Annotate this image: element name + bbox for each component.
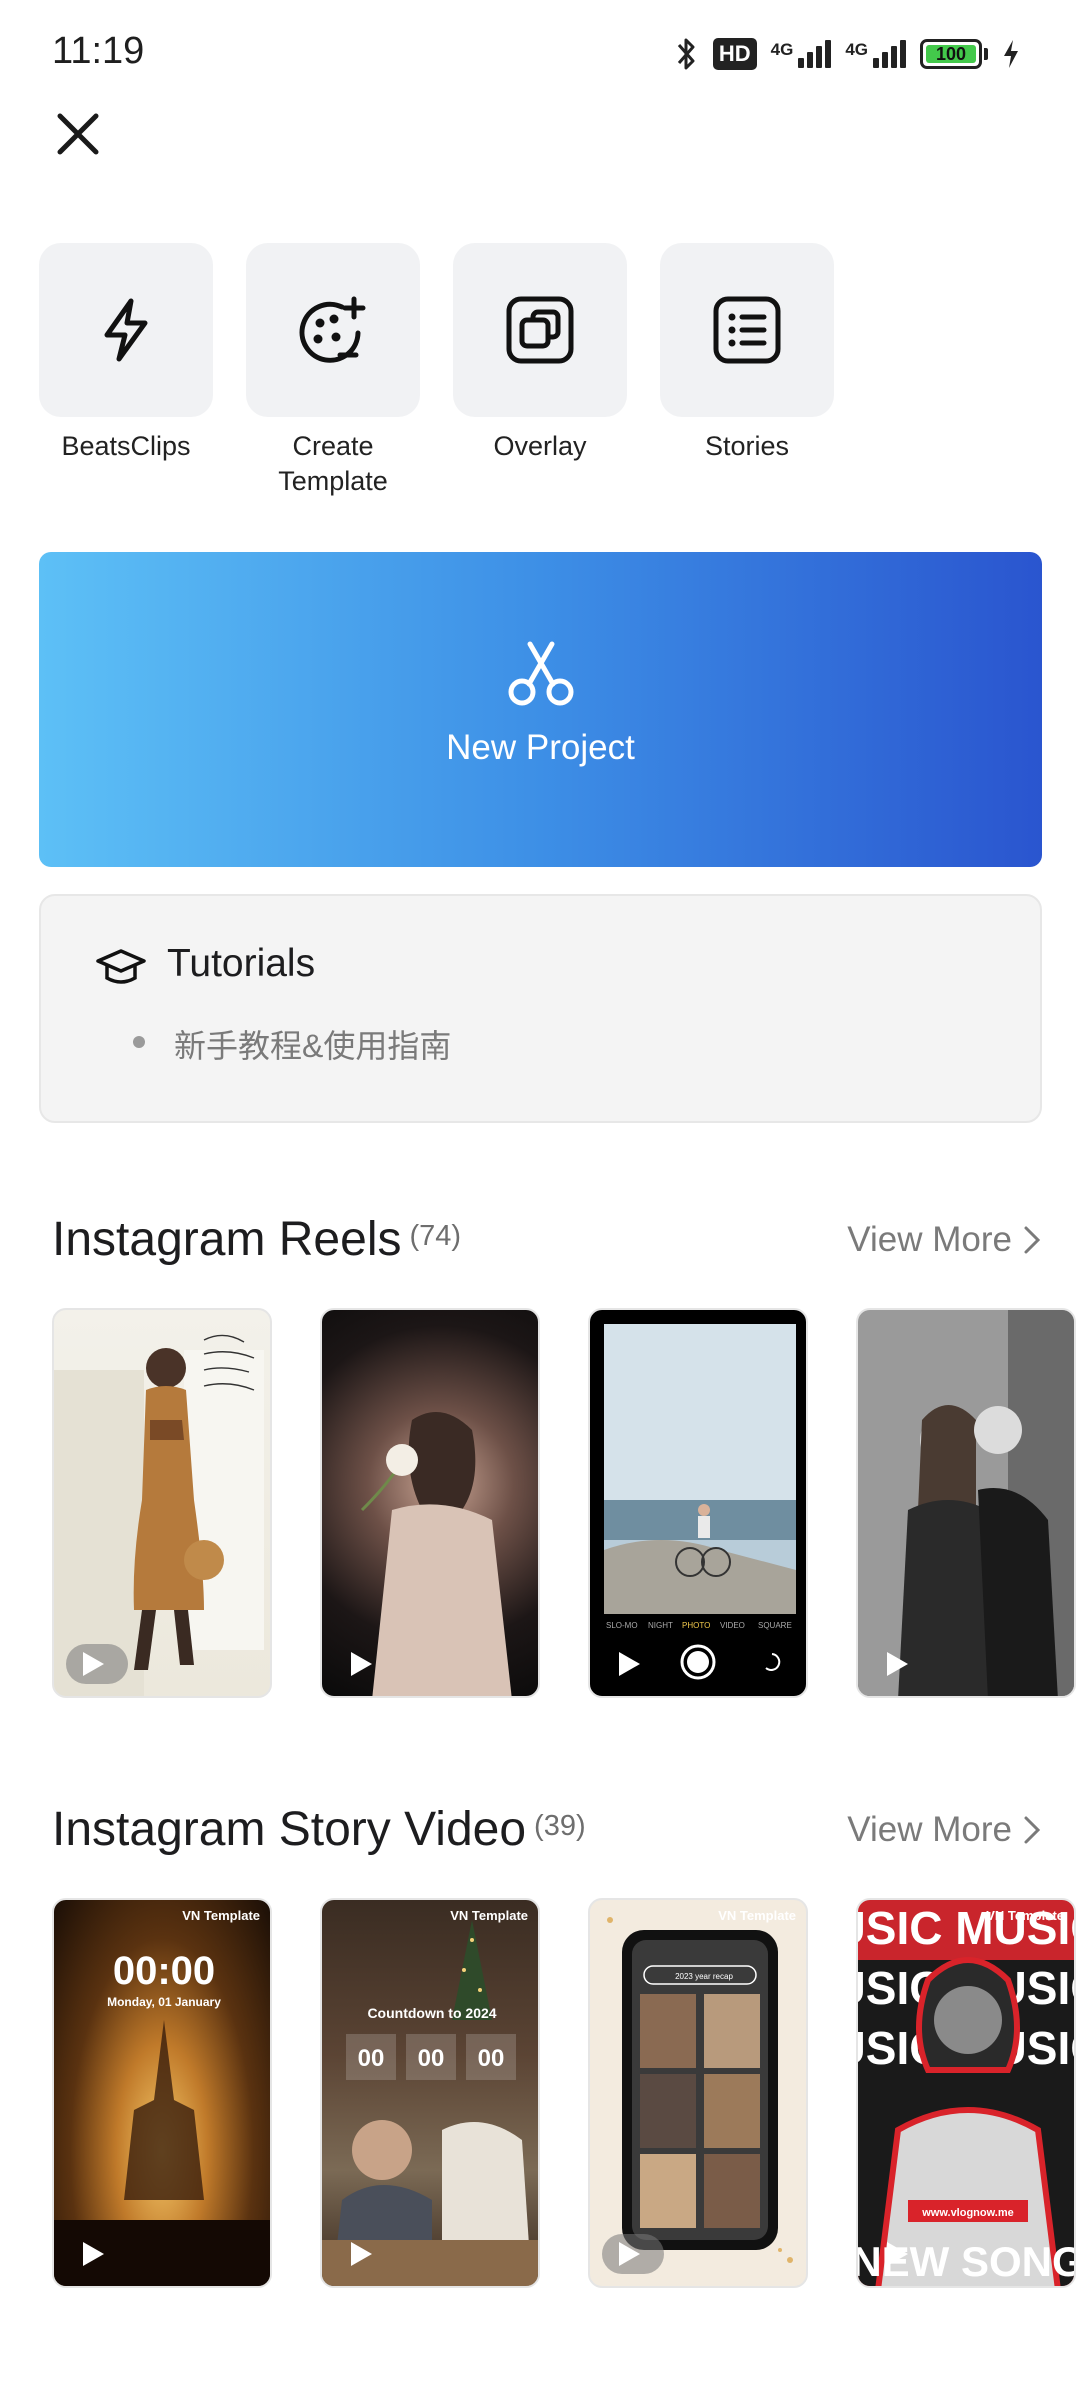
story-thumbnail-row: 00:00 Monday, 01 January VN Template Cou… — [52, 1898, 1076, 2288]
tool-label: BeatsClips — [61, 431, 191, 461]
view-more-button[interactable]: View More — [847, 1220, 1042, 1260]
play-icon[interactable] — [884, 1650, 910, 1678]
section-count: (39) — [534, 1810, 586, 1842]
camera-mode-square: SQUARE — [758, 1621, 792, 1630]
tool-stories-box[interactable] — [660, 243, 834, 417]
template-thumbnail[interactable]: 00:00 Monday, 01 January VN Template — [52, 1898, 272, 2288]
palette-plus-icon — [299, 296, 366, 363]
tool-create-template-box[interactable] — [246, 243, 420, 417]
tutorials-title: Tutorials — [167, 942, 316, 985]
hd-badge: HD — [712, 38, 757, 70]
section-header-story-video: Instagram Story Video (39) View More — [52, 1802, 1042, 1862]
template-thumbnail[interactable]: Countdown to 2024 00 00 00 VN Template — [320, 1898, 540, 2288]
tutorials-card[interactable]: Tutorials 新手教程&使用指南 — [39, 894, 1042, 1123]
tool-overlay-box[interactable] — [453, 243, 627, 417]
tutorial-link[interactable]: 新手教程&使用指南 — [174, 1021, 451, 1067]
template-thumbnail[interactable]: 2023 year recap VN Template — [588, 1898, 808, 2288]
status-icons: HD 4G 4G 100 — [675, 32, 1020, 76]
tool-overlay[interactable]: Overlay — [453, 243, 627, 499]
countdown-digit: 00 — [418, 2045, 445, 2072]
section-title: Instagram Story Video (39) — [52, 1803, 586, 1856]
tool-stories[interactable]: Stories — [660, 243, 834, 499]
tool-beatsclips[interactable]: BeatsClips — [39, 243, 213, 499]
status-time: 11:19 — [52, 30, 145, 72]
play-icon[interactable] — [616, 1650, 642, 1678]
overlay-icon — [506, 296, 574, 364]
play-icon[interactable] — [348, 1650, 374, 1678]
countdown-digit: 00 — [358, 2045, 385, 2072]
play-icon[interactable] — [616, 2240, 642, 2268]
thumbnail-image: 2023 year recap — [607, 1917, 793, 2263]
thumbnail-image: USIC MUSIC USIC MUSIC USIC MUSIC www.vlo… — [858, 1902, 1074, 2286]
section-header-reels: Instagram Reels (74) View More — [52, 1212, 1042, 1272]
template-thumbnail[interactable] — [856, 1308, 1076, 1698]
signal-icon-2: 4G — [845, 40, 906, 68]
tool-create-template[interactable]: Create Template — [246, 243, 420, 499]
template-thumbnail[interactable] — [320, 1308, 540, 1698]
recap-search: 2023 year recap — [675, 1972, 733, 1981]
battery-level: 100 — [935, 43, 967, 64]
play-icon[interactable] — [348, 2240, 374, 2268]
play-icon[interactable] — [80, 1650, 106, 1678]
vn-template-tag: VN Template — [986, 1908, 1064, 1923]
close-icon[interactable] — [52, 108, 104, 160]
bullet-dot — [133, 1036, 145, 1048]
graduation-cap-icon — [96, 949, 146, 984]
camera-mode-night: NIGHT — [648, 1621, 673, 1630]
template-thumbnail[interactable]: USIC MUSIC USIC MUSIC USIC MUSIC www.vlo… — [856, 1898, 1076, 2288]
thumbnail-image: Countdown to 2024 00 00 00 — [322, 1920, 538, 2286]
countdown-title: Countdown to 2024 — [367, 2005, 496, 2021]
thumbnail-image — [360, 1412, 512, 1696]
bluetooth-icon — [677, 38, 695, 70]
camera-mode-slomo: SLO-MO — [606, 1621, 638, 1630]
play-icon[interactable] — [884, 2240, 910, 2268]
tool-beatsclips-box[interactable] — [39, 243, 213, 417]
timer-text: 00:00 — [113, 1949, 215, 1993]
camera-mode-photo: PHOTO — [682, 1621, 710, 1630]
quick-tools: BeatsClips Create Template Overlay Stori… — [39, 243, 834, 499]
timer-date: Monday, 01 January — [107, 1995, 221, 2009]
play-icon[interactable] — [80, 2240, 106, 2268]
music-url: www.vlognow.me — [921, 2207, 1013, 2219]
vn-template-tag: VN Template — [450, 1908, 528, 1923]
status-bar: 11:19 HD 4G 4G 100 — [0, 0, 1080, 104]
tool-label: Stories — [704, 431, 790, 461]
battery-tip — [984, 48, 988, 60]
tool-label: Overlay — [493, 431, 587, 461]
template-thumbnail[interactable] — [52, 1308, 272, 1698]
chevron-right-icon — [1024, 1816, 1041, 1844]
new-project-label: New Project — [446, 727, 635, 767]
new-project-button[interactable]: New Project — [39, 552, 1042, 867]
vn-template-tag: VN Template — [718, 1908, 796, 1923]
view-more-button[interactable]: View More — [847, 1810, 1042, 1850]
countdown-digit: 00 — [478, 2045, 505, 2072]
list-icon — [713, 296, 781, 364]
tool-label: Create Template — [278, 431, 388, 496]
scissors-icon — [508, 641, 573, 705]
lightning-icon — [104, 298, 148, 362]
section-count: (74) — [409, 1220, 462, 1252]
battery-icon: 100 — [920, 39, 982, 69]
camera-mode-video: VIDEO — [720, 1621, 745, 1630]
template-thumbnail[interactable]: SLO-MO NIGHT PHOTO VIDEO SQUARE — [588, 1308, 808, 1698]
charging-icon — [1004, 40, 1018, 68]
vn-template-tag: VN Template — [182, 1908, 260, 1923]
thumbnail-image: 00:00 Monday, 01 January — [54, 1949, 270, 2286]
section-title: Instagram Reels (74) — [52, 1213, 462, 1266]
thumbnail-image — [54, 1334, 264, 1696]
thumbnail-image: SLO-MO NIGHT PHOTO VIDEO SQUARE — [604, 1324, 796, 1680]
chevron-right-icon — [1024, 1226, 1041, 1254]
thumbnail-image — [858, 1310, 1074, 1696]
signal-icon-1: 4G — [771, 40, 832, 68]
reels-thumbnail-row: SLO-MO NIGHT PHOTO VIDEO SQUARE — [52, 1308, 1076, 1698]
